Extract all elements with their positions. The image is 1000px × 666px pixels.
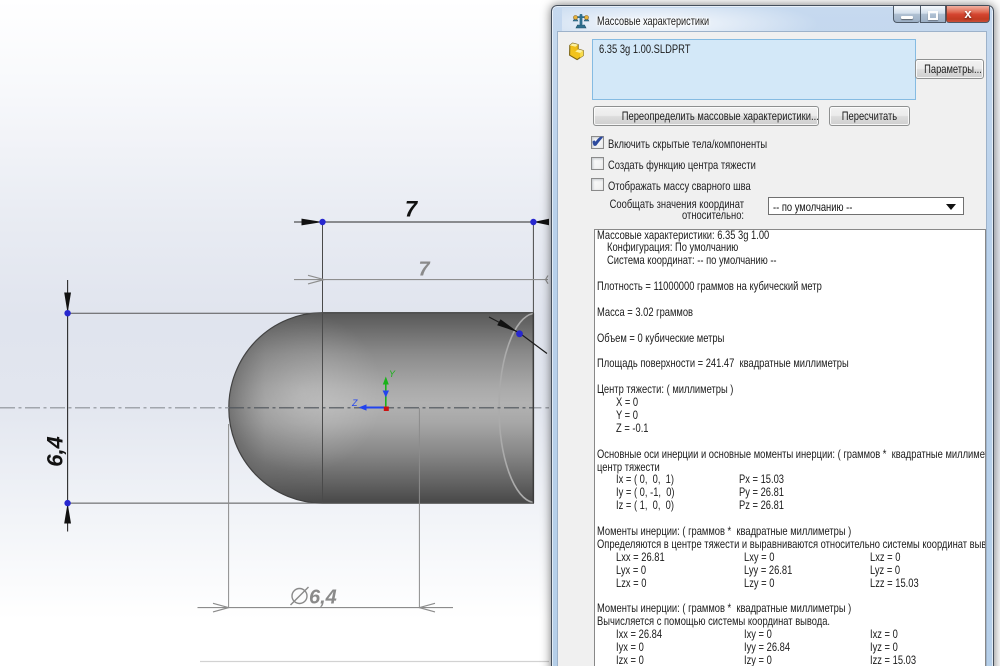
svg-text:6,4: 6,4 xyxy=(309,587,337,609)
svg-text:7: 7 xyxy=(405,197,419,222)
svg-text:Y: Y xyxy=(389,369,396,379)
svg-text:7: 7 xyxy=(418,259,430,281)
svg-text:Z: Z xyxy=(351,398,358,408)
svg-text:6,4: 6,4 xyxy=(43,436,68,467)
